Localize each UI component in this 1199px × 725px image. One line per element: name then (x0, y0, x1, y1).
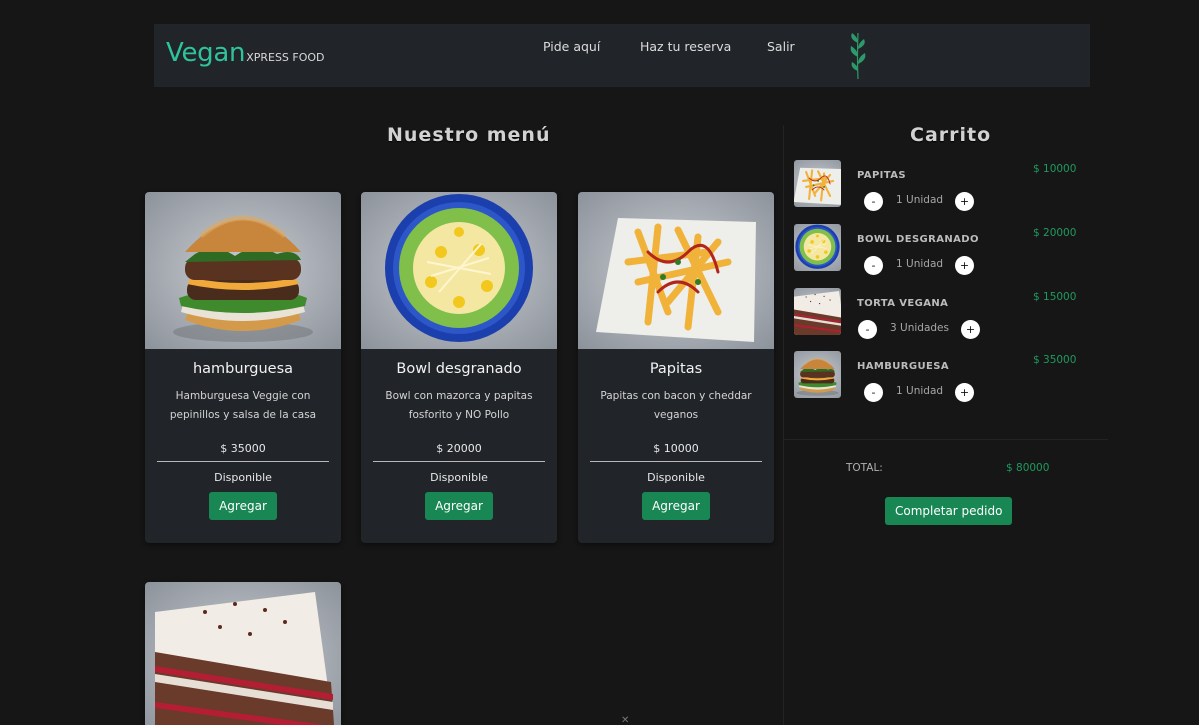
product-description: Papitas con bacon y cheddar veganos (600, 390, 752, 421)
increase-qty-button[interactable]: + (961, 320, 980, 339)
product-name: hamburguesa (192, 361, 294, 377)
brand-main-text: Vegan (166, 38, 246, 68)
cart-item-image (794, 351, 841, 398)
complete-order-button[interactable]: Completar pedido (885, 497, 1013, 525)
increase-qty-button[interactable]: + (955, 256, 974, 275)
cart-item-bowl: BOWL DESGRANADO $ 20000 - 1 Unidad + (794, 224, 1094, 275)
product-price: $ 20000 (373, 442, 545, 462)
total-label: TOTAL: (846, 462, 883, 474)
menu-title: Nuestro menú (387, 124, 551, 146)
product-image (145, 582, 341, 725)
decrease-qty-button[interactable]: - (864, 192, 883, 211)
cart-item-quantity: 3 Unidades (890, 322, 949, 334)
product-card-papitas: Papitas Papitas con bacon y cheddar vega… (578, 192, 774, 543)
product-name: Papitas (649, 361, 703, 377)
add-to-cart-button[interactable]: Agregar (642, 492, 710, 520)
increase-qty-button[interactable]: + (955, 192, 974, 211)
increase-qty-button[interactable]: + (955, 383, 974, 402)
cart-item-image (794, 288, 841, 335)
product-name: Bowl desgranado (396, 361, 522, 377)
nav-link-salir[interactable]: Salir (767, 39, 795, 54)
product-description: Hamburguesa Veggie con pepinillos y sals… (169, 390, 317, 421)
total-value: $ 80000 (1006, 462, 1050, 474)
cart-item-hamburguesa: HAMBURGUESA $ 35000 - 1 Unidad + (794, 351, 1094, 402)
product-status: Disponible (214, 471, 272, 484)
cart-item-name: PAPITAS (857, 170, 906, 181)
cart-item-torta: TORTA VEGANA $ 15000 - 3 Unidades + (794, 288, 1094, 339)
cart-item-quantity: 1 Unidad (896, 385, 944, 397)
cart-item-price: $ 20000 (1033, 227, 1077, 239)
leaf-icon (850, 32, 866, 80)
cart-item-quantity: 1 Unidad (896, 258, 944, 270)
product-description: Bowl con mazorca y papitas fosforito y N… (385, 390, 533, 421)
product-card-hamburguesa: hamburguesa Hamburguesa Veggie con pepin… (145, 192, 341, 543)
brand-logo[interactable]: Vegan XPRESS FOOD (166, 38, 325, 68)
product-status: Disponible (430, 471, 488, 484)
cart-item-image (794, 224, 841, 271)
cart-item-name: TORTA VEGANA (857, 298, 949, 309)
product-status: Disponible (647, 471, 705, 484)
x-icon: ✕ (621, 715, 630, 725)
product-price: $ 35000 (157, 442, 329, 462)
cart-item-price: $ 10000 (1033, 163, 1077, 175)
product-price: $ 10000 (590, 442, 762, 462)
cart-item-quantity: 1 Unidad (896, 194, 944, 206)
add-to-cart-button[interactable]: Agregar (425, 492, 493, 520)
brand-sub-text: XPRESS FOOD (246, 51, 325, 64)
decrease-qty-button[interactable]: - (864, 256, 883, 275)
navbar: Vegan XPRESS FOOD Pide aquí Haz tu reser… (154, 24, 1090, 87)
nav-link-reserva[interactable]: Haz tu reserva (640, 39, 731, 54)
cart-item-name: HAMBURGUESA (857, 361, 950, 372)
cart-divider (784, 439, 1108, 440)
product-image (145, 192, 341, 349)
product-image (578, 192, 774, 349)
decrease-qty-button[interactable]: - (864, 383, 883, 402)
cart-item-name: BOWL DESGRANADO (857, 234, 979, 245)
cart-item-price: $ 15000 (1033, 291, 1077, 303)
cart-title: Carrito (910, 124, 992, 146)
cart-item-image (794, 160, 841, 207)
cart-item-papitas: PAPITAS $ 10000 - 1 Unidad + (794, 160, 1094, 211)
cart-item-price: $ 35000 (1033, 354, 1077, 366)
product-card-bowl: Bowl desgranado Bowl con mazorca y papit… (361, 192, 557, 543)
decrease-qty-button[interactable]: - (858, 320, 877, 339)
nav-link-pide-aqui[interactable]: Pide aquí (543, 39, 600, 54)
add-to-cart-button[interactable]: Agregar (209, 492, 277, 520)
product-image (361, 192, 557, 349)
product-card-torta (145, 582, 341, 725)
section-divider (783, 125, 784, 725)
